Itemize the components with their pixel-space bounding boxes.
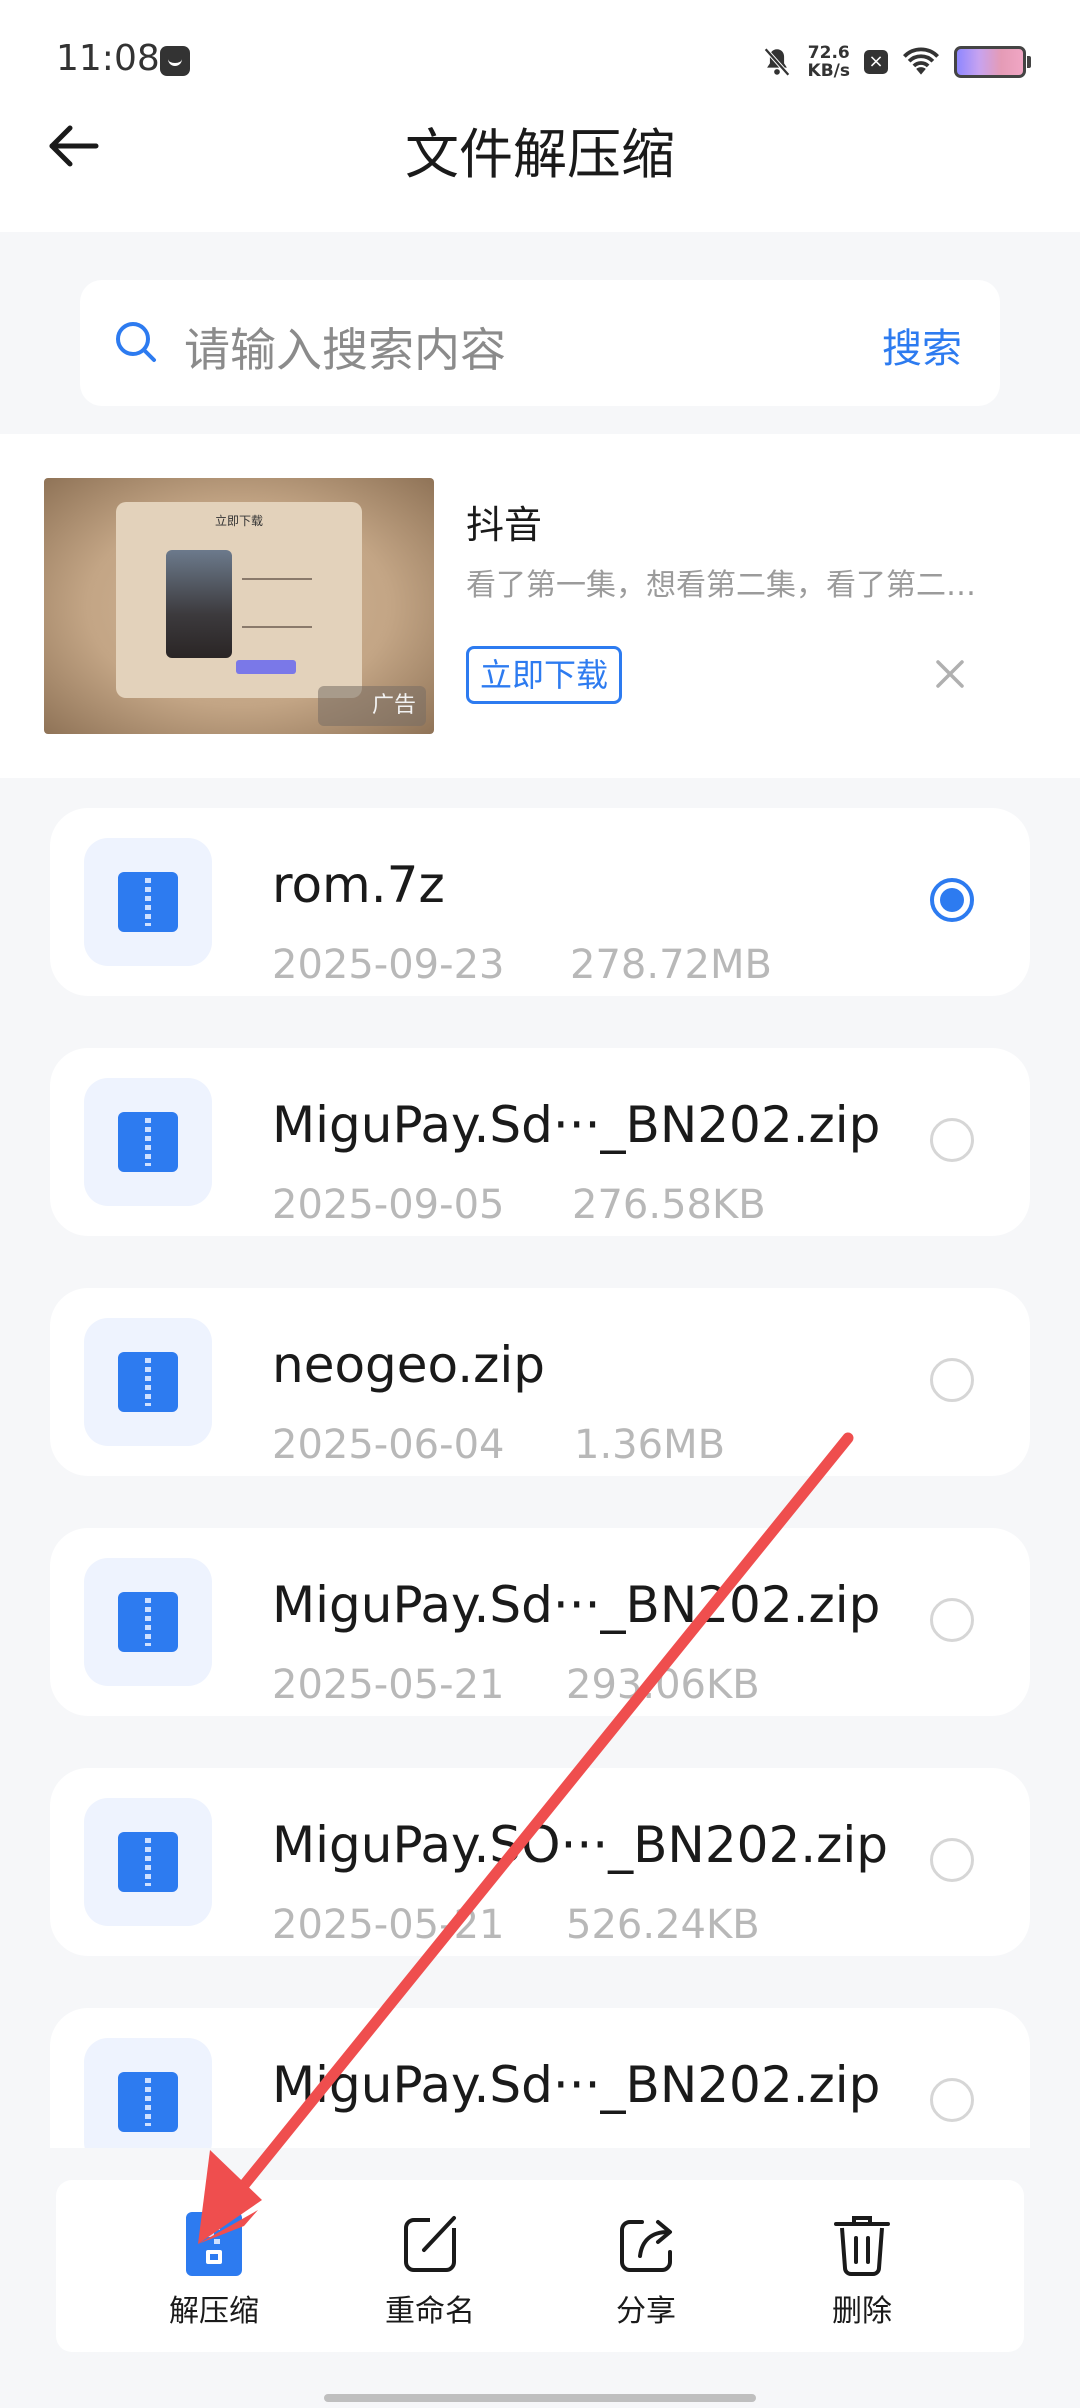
search-icon <box>116 322 156 362</box>
zip-file-icon <box>84 2038 212 2148</box>
delete-button[interactable]: 删除 <box>792 2212 932 2332</box>
trash-icon <box>834 2216 890 2276</box>
home-indicator[interactable] <box>324 2394 756 2402</box>
message-notification-icon <box>160 46 190 76</box>
extract-icon <box>186 2212 242 2276</box>
ad-app-name: 抖音 <box>466 503 543 547</box>
status-icons: 72.6 KB/s × <box>760 42 1031 82</box>
edit-icon <box>404 2214 456 2272</box>
file-size: 293.06KB <box>566 1662 760 1708</box>
ad-description: 看了第一集，想看第二集，看了第二… <box>466 568 976 603</box>
share-button[interactable]: 分享 <box>576 2212 716 2332</box>
file-select-radio[interactable] <box>930 1598 974 1642</box>
rename-label: 重命名 <box>385 2294 475 2329</box>
file-name: MiguPay.SO···_BN202.zip <box>272 1816 889 1874</box>
search-button[interactable]: 搜索 <box>882 316 962 374</box>
ad-image-photo <box>166 550 232 658</box>
file-name: MiguPay.Sd···_BN202.zip <box>272 1576 881 1634</box>
file-select-radio[interactable] <box>930 2078 974 2122</box>
net-speed: 72.6 KB/s <box>808 44 850 80</box>
ad-download-button[interactable]: 立即下载 <box>466 646 622 704</box>
file-date: 2025-09-23 <box>272 942 505 988</box>
share-label: 分享 <box>616 2294 676 2329</box>
extract-button[interactable]: 解压缩 <box>144 2212 284 2332</box>
zip-file-icon <box>84 838 212 966</box>
bell-muted-icon <box>763 47 790 77</box>
zip-file-icon <box>84 1798 212 1926</box>
file-row[interactable]: neogeo.zip 2025-06-04 1.36MB <box>50 1288 1030 1476</box>
file-date: 2025-09-05 <box>272 1182 505 1228</box>
zip-file-icon <box>84 1078 212 1206</box>
close-icon[interactable] <box>928 652 972 696</box>
search-input[interactable]: 请输入搜索内容 <box>184 314 506 380</box>
delete-label: 删除 <box>832 2294 892 2329</box>
bottom-toolbar: 解压缩 重命名 分享 删除 <box>56 2180 1024 2352</box>
file-name: MiguPay.Sd···_BN202.zip <box>272 1096 881 1154</box>
file-select-radio[interactable] <box>930 1838 974 1882</box>
file-size: 526.24KB <box>566 1902 760 1948</box>
file-row[interactable]: MiguPay.SO···_BN202.zip 2025-05-21 526.2… <box>50 1768 1030 1956</box>
search-bar[interactable]: 请输入搜索内容 搜索 <box>80 280 1000 406</box>
file-date: 2025-05-21 <box>272 1902 505 1948</box>
ad-tag: 广告 <box>318 686 426 726</box>
file-name: neogeo.zip <box>272 1336 546 1394</box>
file-list: rom.7z 2025-09-23 278.72MB MiguPay.Sd···… <box>0 800 1080 2148</box>
file-select-radio[interactable] <box>930 1118 974 1162</box>
status-bar: 11:08 72.6 KB/s × <box>0 0 1080 120</box>
file-row[interactable]: MiguPay.Sd···_BN202.zip 2025-09-05 276.5… <box>50 1048 1030 1236</box>
file-select-radio[interactable] <box>930 1358 974 1402</box>
net-speed-unit: KB/s <box>807 61 850 81</box>
file-row[interactable]: MiguPay.Sd···_BN202.zip 2025-05-21 293.0… <box>50 1528 1030 1716</box>
net-speed-value: 72.6 <box>807 43 850 63</box>
ad-image-title: 立即下载 <box>214 514 263 528</box>
file-row[interactable]: rom.7z 2025-09-23 278.72MB <box>50 808 1030 996</box>
file-size: 1.36MB <box>574 1422 726 1468</box>
file-name: MiguPay.Sd···_BN202.zip <box>272 2056 881 2114</box>
zip-file-icon <box>84 1318 212 1446</box>
ad-image-poster: 立即下载 <box>116 502 362 698</box>
ad-image-text-lines <box>242 578 312 628</box>
file-size: 278.72MB <box>570 942 772 988</box>
file-size: 276.58KB <box>572 1182 766 1228</box>
file-name: rom.7z <box>272 856 445 914</box>
ad-image-button <box>236 660 296 674</box>
status-time: 11:08 <box>56 38 160 79</box>
file-date: 2025-05-21 <box>272 1662 505 1708</box>
file-row[interactable]: MiguPay.Sd···_BN202.zip <box>50 2008 1030 2148</box>
battery-icon <box>954 46 1031 78</box>
wifi-icon <box>903 47 939 75</box>
no-sim-icon: × <box>864 50 888 74</box>
rename-button[interactable]: 重命名 <box>360 2212 500 2332</box>
share-icon <box>620 2220 672 2272</box>
file-select-radio[interactable] <box>930 878 974 922</box>
ad-image[interactable]: 立即下载 广告 <box>44 478 434 734</box>
file-date: 2025-06-04 <box>272 1422 505 1468</box>
extract-label: 解压缩 <box>169 2294 259 2329</box>
ad-banner[interactable]: 立即下载 广告 抖音 看了第一集，想看第二集，看了第二… 立即下载 <box>0 434 1080 778</box>
page-title: 文件解压缩 <box>405 123 675 186</box>
zip-file-icon <box>84 1558 212 1686</box>
